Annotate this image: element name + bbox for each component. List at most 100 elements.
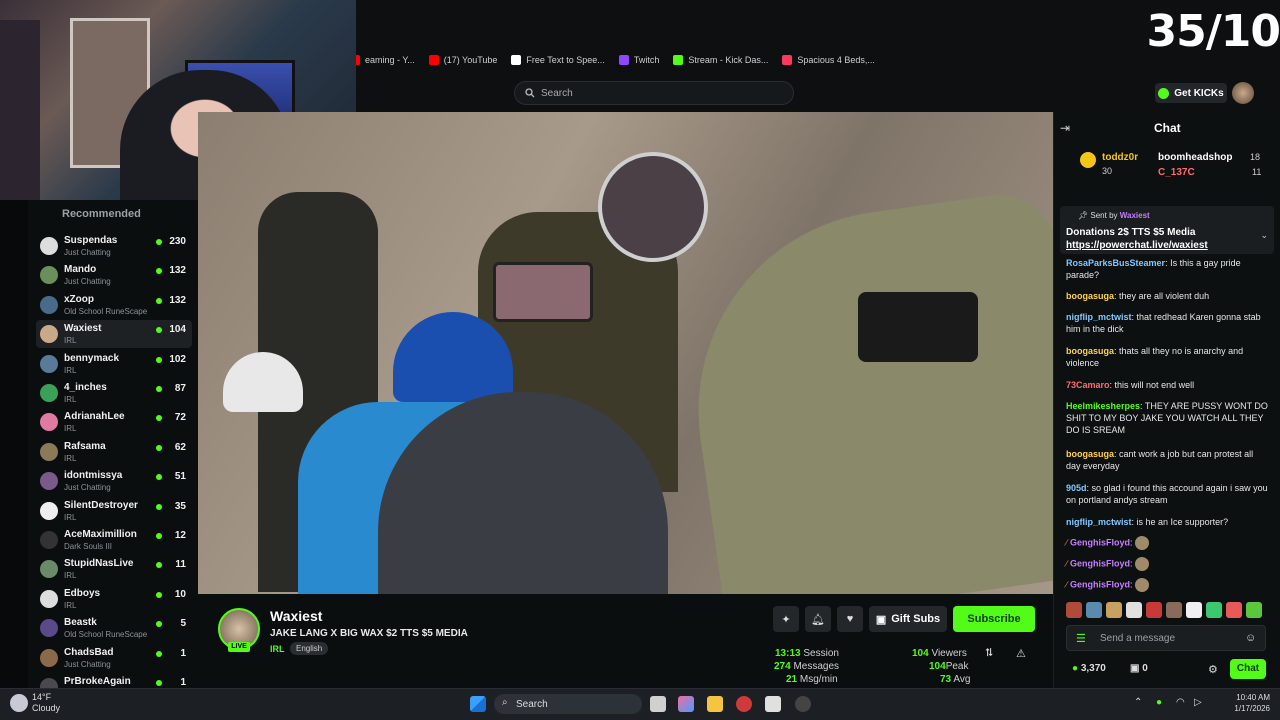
chat-settings-icon[interactable]: ☰ [1076, 632, 1086, 645]
store-icon[interactable] [765, 696, 781, 712]
channel-avatar [40, 501, 58, 520]
chat-username[interactable]: boogasuga [1066, 449, 1114, 459]
heart-icon: ♥ [846, 613, 854, 625]
channel-viewers: 1 [180, 677, 186, 688]
video-player[interactable] [198, 112, 1053, 594]
gifter-2-count: 18 [1250, 152, 1261, 162]
chat-message: boogasuga: cant work a job but can prote… [1066, 449, 1254, 471]
chevron-up-icon[interactable]: ⌃ [1134, 697, 1142, 708]
bookmark-2[interactable]: Free Text to Spee... [511, 55, 605, 65]
channel-name: Mando [64, 264, 97, 276]
emote-icon[interactable] [1106, 602, 1122, 618]
gifter-1-name[interactable]: toddz0r [1102, 152, 1138, 163]
task-view-icon[interactable] [650, 696, 666, 712]
gear-icon[interactable]: ⚙ [1208, 663, 1218, 676]
chat-text: is he an Ice supporter? [1136, 517, 1229, 527]
bookmark-0[interactable]: eaming - Y... [350, 55, 415, 65]
emote-icon[interactable] [1146, 602, 1162, 618]
report-icon[interactable]: ⚠ [1016, 647, 1026, 660]
sidebar-channel-xzoop[interactable]: xZoop Old School RuneScape 132 [36, 291, 192, 319]
live-dot-icon [156, 327, 162, 334]
obs-icon[interactable] [795, 696, 811, 712]
sidebar-channel-4_inches[interactable]: 4_inches IRL 87 [36, 379, 192, 407]
sidebar-channel-mando[interactable]: Mando Just Chatting 132 [36, 261, 192, 289]
live-dot-icon [156, 268, 162, 275]
emoji-icon[interactable]: ☺ [1245, 632, 1256, 644]
chat-username[interactable]: 905d [1066, 483, 1087, 493]
sidebar-channel-acemaximillion[interactable]: AceMaximillion Dark Souls III 12 [36, 526, 192, 554]
sidebar-channel-adrianahlee[interactable]: AdrianahLee IRL 72 [36, 408, 192, 436]
search-input[interactable]: Search [514, 81, 794, 105]
gifter-2-name[interactable]: boomheadshop [1158, 152, 1232, 163]
sidebar-channel-edboys[interactable]: Edboys IRL 10 [36, 585, 192, 613]
chevron-down-icon[interactable]: ⌄ [1260, 230, 1268, 241]
emote-icon[interactable] [1086, 602, 1102, 618]
emote-icon[interactable] [1166, 602, 1182, 618]
chat-username[interactable]: nigflip_mctwist [1066, 312, 1132, 322]
chat-username[interactable]: Heelmikesherpes [1066, 401, 1140, 411]
chat-username[interactable]: boogasuga [1066, 291, 1114, 301]
sidebar-channel-rafsama[interactable]: Rafsama IRL 62 [36, 438, 192, 466]
system-clock[interactable]: 10:40 AM 1/17/2026 [1234, 692, 1270, 714]
live-dot-icon [156, 297, 162, 304]
pin-button[interactable]: ✦ [773, 606, 799, 632]
bookmark-5[interactable]: Spacious 4 Beds,... [782, 55, 875, 65]
volume-icon[interactable]: ▷ [1194, 697, 1202, 708]
emote-icon[interactable] [1206, 602, 1222, 618]
streamer-name[interactable]: Waxiest [270, 608, 322, 624]
chat-username[interactable]: RosaParksBusSteamer [1066, 258, 1165, 268]
sidebar-channel-silentdestroyer[interactable]: SilentDestroyer IRL 35 [36, 497, 192, 525]
chat-username[interactable]: GenghisFloyd [1070, 579, 1130, 589]
windows-start-icon[interactable] [470, 696, 486, 712]
file-explorer-icon[interactable] [707, 696, 723, 712]
mic-icon[interactable]: ● [1156, 697, 1162, 708]
goal-counter: 35/10 [1146, 6, 1280, 57]
live-dot-icon [156, 474, 162, 481]
emote-icon[interactable] [1226, 602, 1242, 618]
stream-language-tag[interactable]: English [290, 642, 329, 655]
chat-username[interactable]: nigflip_mctwist [1066, 517, 1132, 527]
bookmark-4[interactable]: Stream - Kick Das... [673, 55, 768, 65]
channel-name: xZoop [64, 293, 94, 305]
share-icon[interactable]: ⮁ [984, 647, 993, 660]
bookmark-1[interactable]: (17) YouTube [428, 55, 497, 65]
get-kicks-button[interactable]: Get KICKs [1155, 83, 1227, 103]
badge-icon: ∕ [1066, 579, 1068, 590]
sidebar-channel-suspendas[interactable]: Suspendas Just Chatting 230 [36, 232, 192, 260]
gifter-3-name[interactable]: C_137C [1158, 167, 1195, 178]
subscribe-button[interactable]: Subscribe [953, 606, 1035, 632]
opera-gx-icon[interactable] [736, 696, 752, 712]
gift-icon: ▣ [1130, 663, 1140, 674]
sidebar-channel-idontmissya[interactable]: idontmissya Just Chatting 51 [36, 467, 192, 495]
user-avatar[interactable] [1232, 82, 1254, 104]
chat-username[interactable]: GenghisFloyd [1070, 558, 1130, 568]
twitch-icon [618, 55, 629, 65]
notify-button[interactable]: 🔔︎ [805, 606, 831, 632]
copilot-icon[interactable] [678, 696, 694, 712]
chat-username[interactable]: GenghisFloyd [1070, 537, 1130, 547]
sidebar-channel-beastk[interactable]: Beastk Old School RuneScape 5 [36, 614, 192, 642]
sidebar-channel-bennymack[interactable]: bennymack IRL 102 [36, 350, 192, 378]
sidebar-channel-chadsbad[interactable]: ChadsBad Just Chatting 1 [36, 644, 192, 672]
sidebar-channel-stupidnaslive[interactable]: StupidNasLive IRL 11 [36, 555, 192, 583]
collapse-chat-icon[interactable]: ⇥ [1060, 121, 1070, 135]
sidebar-channel-waxiest[interactable]: Waxiest IRL 104 [36, 320, 192, 349]
other-balance[interactable]: ▣ 0 [1130, 663, 1148, 674]
chat-username[interactable]: boogasuga [1066, 346, 1114, 356]
pinned-link[interactable]: https://powerchat.live/waxiest [1066, 240, 1208, 251]
gift-subs-button[interactable]: ▣ Gift Subs [869, 606, 947, 632]
stream-category[interactable]: IRL [270, 644, 285, 654]
chat-username[interactable]: 73Camaro [1066, 380, 1110, 390]
wifi-icon[interactable]: ◠ [1176, 697, 1185, 708]
emote-icon[interactable] [1126, 602, 1142, 618]
bookmark-3[interactable]: Twitch [618, 55, 659, 65]
follow-button[interactable]: ♥ [837, 606, 863, 632]
taskbar-search[interactable]: Search [494, 694, 642, 714]
chat-input[interactable]: Send a message [1066, 625, 1266, 651]
kicks-balance[interactable]: ● 3,370 [1072, 663, 1106, 674]
emote-icon[interactable] [1246, 602, 1262, 618]
emote-icon[interactable] [1186, 602, 1202, 618]
send-chat-button[interactable]: Chat [1230, 659, 1266, 679]
channel-name: AdrianahLee [64, 411, 125, 423]
emote-icon[interactable] [1066, 602, 1082, 618]
